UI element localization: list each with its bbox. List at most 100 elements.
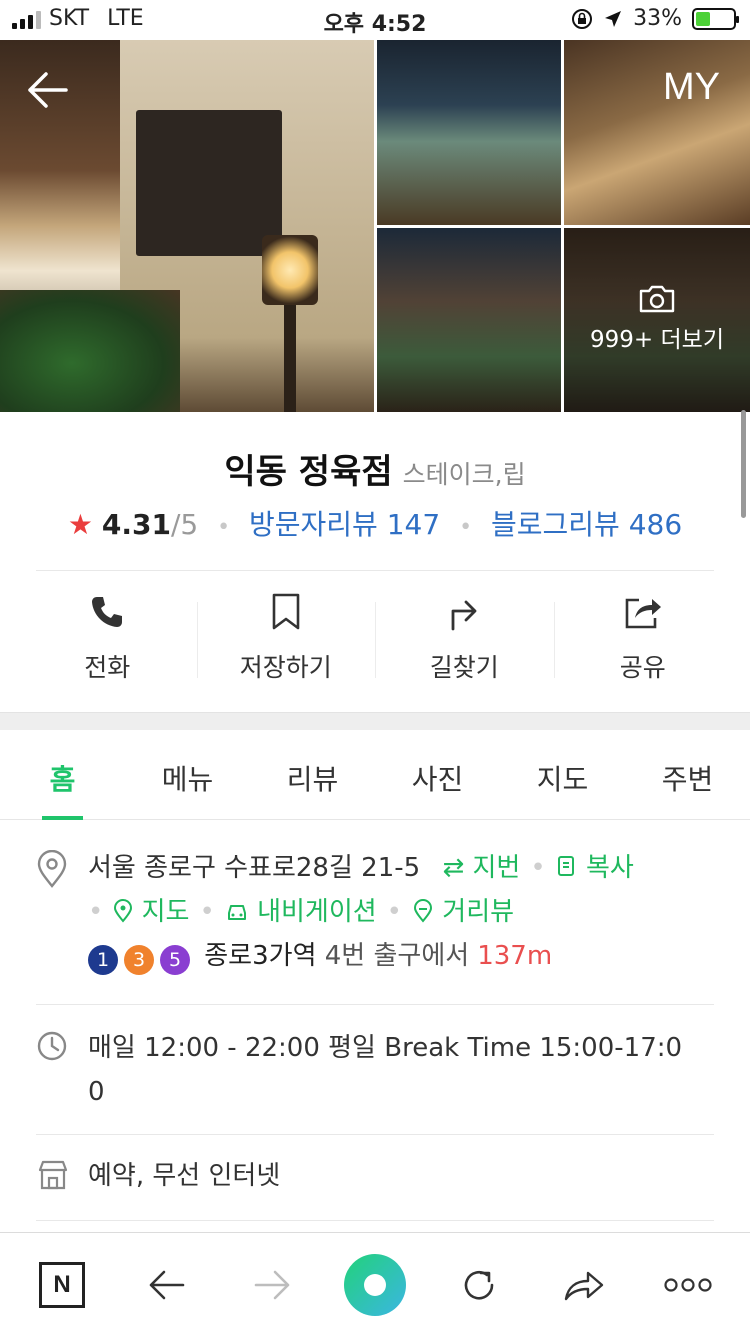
more-menu-button[interactable] <box>656 1255 720 1315</box>
share-arrow-icon <box>564 1271 604 1301</box>
map-label: 지도 <box>141 897 190 927</box>
call-label: 전화 <box>84 653 131 682</box>
hours-section[interactable]: 매일 12:00 - 22:00 평일 Break Time 15:00-17:… <box>36 1026 714 1114</box>
divider <box>36 1220 714 1221</box>
status-bar: SKT LTE 오후 4:52 33% <box>0 0 750 40</box>
separator-dot: • <box>88 897 104 927</box>
tab-menu[interactable]: 메뉴 <box>125 730 250 819</box>
tab-bar: 홈 메뉴 리뷰 사진 지도 주변 <box>0 730 750 820</box>
swap-icon: ⇄ <box>442 853 465 883</box>
separator-dot: • <box>386 897 403 927</box>
bookmark-icon <box>272 593 300 630</box>
directions-label: 길찾기 <box>429 653 499 682</box>
location-arrow-icon <box>605 10 622 27</box>
directions-icon <box>451 600 477 631</box>
tab-home[interactable]: 홈 <box>0 730 125 820</box>
copy-button[interactable]: 복사 <box>556 853 634 883</box>
location-pin-icon <box>37 850 67 888</box>
store-icon <box>38 1160 68 1190</box>
subway-line-1-badge: 1 <box>88 945 118 975</box>
share-page-button[interactable] <box>552 1255 616 1315</box>
photo-thumbnail[interactable] <box>377 228 561 412</box>
arrow-left-icon <box>28 72 68 108</box>
map-link[interactable]: 지도 <box>113 897 189 927</box>
rating-max: /5 <box>170 508 199 541</box>
camera-icon <box>639 285 675 313</box>
tab-reviews[interactable]: 리뷰 <box>250 730 375 819</box>
phone-icon <box>92 597 123 627</box>
street-view-icon <box>414 899 433 923</box>
green-dot-icon <box>344 1254 406 1316</box>
separator-dot: • <box>530 853 546 883</box>
facilities-text: 예약, 무선 인터넷 <box>88 1161 281 1191</box>
status-indicators: 33% <box>571 6 739 31</box>
place-header: 익동 정육점 스테이크,립 <box>0 444 750 493</box>
blog-reviews-label: 블로그리뷰 <box>490 508 620 541</box>
visitor-reviews-count: 147 <box>386 508 441 541</box>
orientation-lock-icon <box>572 8 593 29</box>
place-category: 스테이크,립 <box>402 460 526 489</box>
separator-dot: • <box>217 515 231 540</box>
refresh-icon <box>464 1270 494 1300</box>
address-section: 서울 종로구 수표로28길 21-5 ⇄ 지번 • 복사 • 지도 • 내비게이션 •… <box>36 846 714 978</box>
rating-row: ★ 4.31/5 • 방문자리뷰 147 • 블로그리뷰 486 <box>0 503 750 543</box>
hours-text-line-1: 매일 12:00 - 22:00 평일 Break Time 15:00-17:… <box>88 1033 683 1063</box>
place-name: 익동 정육점 <box>224 452 393 492</box>
visitor-reviews-link[interactable]: 방문자리뷰 147 <box>249 508 440 541</box>
rating-score: 4.31 <box>101 508 171 541</box>
station-name: 종로3가역 <box>204 941 317 971</box>
call-button[interactable]: 전화 <box>18 590 197 690</box>
save-button[interactable]: 저장하기 <box>196 590 376 690</box>
map-pin-icon <box>114 899 133 923</box>
refresh-button[interactable] <box>447 1255 511 1315</box>
separator-dot: • <box>199 897 215 927</box>
my-button[interactable]: MY <box>663 66 720 109</box>
battery-percent: 33% <box>633 6 682 31</box>
tab-map[interactable]: 지도 <box>500 730 625 819</box>
divider <box>36 1004 714 1005</box>
browser-back-button[interactable] <box>135 1255 199 1315</box>
divider <box>36 570 714 571</box>
share-button[interactable]: 공유 <box>553 590 733 690</box>
clock-icon <box>37 1031 67 1061</box>
hours-text-line-2: 0 <box>88 1077 105 1107</box>
street-view-link[interactable]: 거리뷰 <box>412 897 514 927</box>
naver-home-button[interactable]: N <box>30 1255 94 1315</box>
arrow-right-icon <box>254 1270 290 1300</box>
address-text: 서울 종로구 수표로28길 21-5 <box>88 853 421 883</box>
green-dot-button[interactable] <box>343 1254 407 1316</box>
tab-nearby[interactable]: 주변 <box>625 730 750 819</box>
more-photos-button[interactable]: 999+ 더보기 <box>564 284 750 354</box>
star-icon: ★ <box>67 508 93 541</box>
blog-reviews-link[interactable]: 블로그리뷰 486 <box>491 508 682 541</box>
share-label: 공유 <box>619 653 666 682</box>
distance-text: 137m <box>477 941 553 971</box>
more-photos-label: 999+ 더보기 <box>590 327 724 353</box>
directions-button[interactable]: 길찾기 <box>375 590 554 690</box>
share-icon <box>625 598 661 629</box>
scrollbar[interactable] <box>741 410 746 518</box>
browser-forward-button[interactable] <box>240 1255 304 1315</box>
restaurant-sign-image <box>136 110 282 256</box>
separator-dot: • <box>459 515 473 540</box>
navigation-label: 내비게이션 <box>257 897 377 927</box>
blog-reviews-count: 486 <box>628 508 683 541</box>
jibun-label: 지번 <box>472 853 521 883</box>
battery-icon <box>692 7 739 30</box>
more-dots-icon <box>664 1278 712 1292</box>
action-bar: 전화 저장하기 길찾기 공유 <box>18 590 732 690</box>
photo-thumbnail[interactable] <box>564 40 750 225</box>
jibun-button[interactable]: ⇄ 지번 <box>442 853 520 883</box>
browser-toolbar: N <box>0 1232 750 1334</box>
visitor-reviews-label: 방문자리뷰 <box>249 508 378 541</box>
subway-line-3-badge: 3 <box>124 945 154 975</box>
copy-label: 복사 <box>585 853 634 883</box>
back-button[interactable] <box>22 68 74 112</box>
copy-icon <box>557 856 574 876</box>
save-label: 저장하기 <box>239 653 332 682</box>
photo-thumbnail[interactable] <box>377 40 561 225</box>
photo-gallery: MY 999+ 더보기 <box>0 40 750 412</box>
street-view-label: 거리뷰 <box>442 897 515 927</box>
navigation-link[interactable]: 내비게이션 <box>225 897 377 927</box>
tab-photos[interactable]: 사진 <box>375 730 500 819</box>
